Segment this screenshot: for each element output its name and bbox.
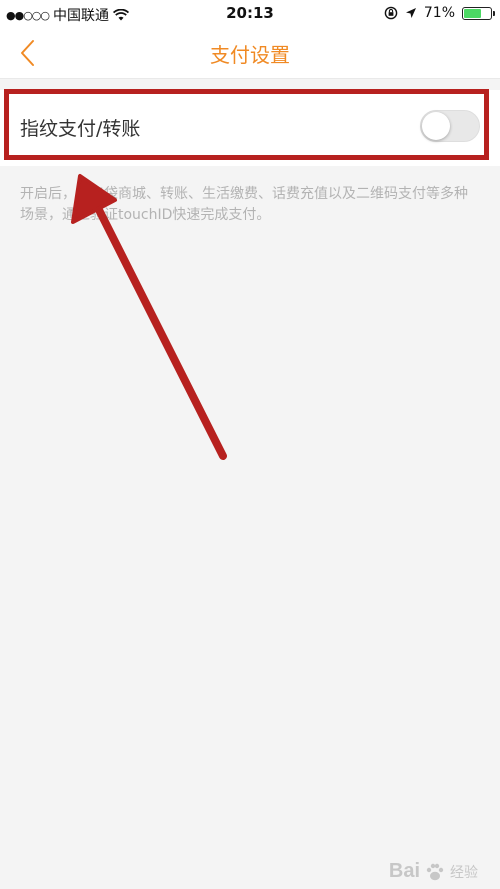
- toggle-knob: [422, 112, 450, 140]
- navigation-bar: 支付设置: [0, 28, 500, 79]
- battery-level-fill: [464, 8, 481, 18]
- paw-icon: [426, 863, 444, 880]
- fingerprint-payment-label: 指纹支付/转账: [20, 118, 141, 140]
- baidu-watermark: Bai 经验: [389, 860, 478, 883]
- status-bar: ●●○○○ 中国联通 20:13 71%: [0, 0, 500, 28]
- location-arrow-icon: [405, 8, 416, 18]
- page-title: 支付设置: [210, 43, 290, 67]
- fingerprint-payment-row: 指纹支付/转账: [0, 90, 500, 166]
- watermark-brand: Bai: [388, 860, 420, 882]
- status-right: 71%: [384, 5, 495, 21]
- rotation-lock-icon: [384, 6, 398, 20]
- battery-percent: 71%: [423, 5, 455, 21]
- setting-description: 开启后，在口袋商城、转账、生活缴费、话费充值以及二维码支付等多种场景，通过验证t…: [20, 186, 468, 223]
- fingerprint-payment-toggle[interactable]: [420, 110, 480, 142]
- watermark-suffix: 经验: [450, 863, 478, 880]
- battery-icon: [462, 6, 495, 20]
